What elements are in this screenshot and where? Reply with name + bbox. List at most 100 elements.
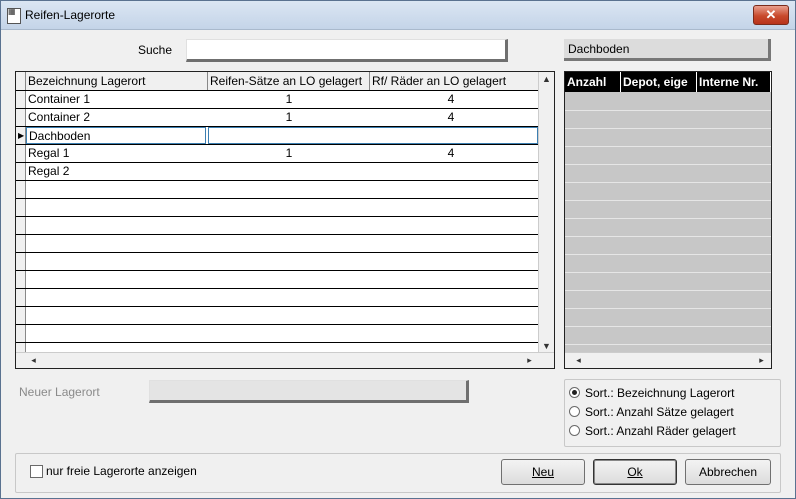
title-bar: ▦ Reifen-Lagerorte ✕ xyxy=(1,1,795,30)
cell-sets[interactable] xyxy=(208,127,370,144)
table-row[interactable] xyxy=(16,253,540,271)
cell-sets[interactable]: 1 xyxy=(208,109,370,126)
col-header-anzahl[interactable]: Anzahl xyxy=(565,72,621,92)
free-locations-checkbox[interactable] xyxy=(30,465,43,478)
table-row[interactable]: Container 114 xyxy=(16,91,540,109)
row-indicator[interactable] xyxy=(16,289,26,306)
detail-grid-header: Anzahl Depot, eige Interne Nr. xyxy=(565,72,771,92)
detail-scroll-right-icon[interactable]: ▸ xyxy=(754,353,769,368)
detail-scroll-left-icon[interactable]: ◂ xyxy=(571,353,586,368)
table-row[interactable]: Regal 2 xyxy=(16,163,540,181)
row-indicator[interactable] xyxy=(16,91,26,108)
search-input[interactable] xyxy=(186,39,508,62)
col-header-depot[interactable]: Depot, eige xyxy=(621,72,697,92)
app-icon: ▦ xyxy=(7,8,21,24)
cell-sets[interactable]: 1 xyxy=(208,145,370,162)
detail-row-line xyxy=(565,308,771,309)
cell-name[interactable]: Container 2 xyxy=(26,109,208,126)
cell-wheels[interactable]: 4 xyxy=(370,109,532,126)
col-header-wheels[interactable]: Rf/ Räder an LO gelagert xyxy=(370,72,540,90)
sort-option-name[interactable]: Sort.: Bezeichnung Lagerort xyxy=(569,384,734,402)
col-header-internal-no[interactable]: Interne Nr. xyxy=(697,72,771,92)
sort-option-wheels[interactable]: Sort.: Anzahl Räder gelagert xyxy=(569,422,736,440)
radio-selected-icon[interactable] xyxy=(569,387,580,398)
detail-grid: Anzahl Depot, eige Interne Nr. ◂ ▸ xyxy=(564,71,772,369)
detail-horizontal-scrollbar[interactable]: ◂ ▸ xyxy=(565,352,771,368)
detail-row-line xyxy=(565,326,771,327)
table-row[interactable] xyxy=(16,181,540,199)
cell-wheels[interactable]: 4 xyxy=(370,145,532,162)
locations-grid: Bezeichnung Lagerort Reifen-Sätze an LO … xyxy=(15,71,555,369)
row-indicator[interactable] xyxy=(16,325,26,342)
row-indicator[interactable] xyxy=(16,109,26,126)
radio-icon[interactable] xyxy=(569,425,580,436)
detail-row-line xyxy=(565,110,771,111)
detail-row-line xyxy=(565,218,771,219)
row-indicator[interactable] xyxy=(16,163,26,180)
scroll-left-icon[interactable]: ◂ xyxy=(26,353,41,368)
detail-row-line xyxy=(565,164,771,165)
grid-vertical-scrollbar[interactable]: ▲ ▼ xyxy=(538,72,554,354)
table-row[interactable] xyxy=(16,325,540,343)
detail-row-line xyxy=(565,344,771,345)
table-row[interactable]: Container 214 xyxy=(16,109,540,127)
ok-button[interactable]: Ok xyxy=(593,459,677,485)
grid-horizontal-scrollbar[interactable]: ◂ ▸ xyxy=(16,352,554,368)
cell-name[interactable]: Container 1 xyxy=(26,91,208,108)
detail-row-line xyxy=(565,272,771,273)
detail-row-line xyxy=(565,236,771,237)
detail-row-line xyxy=(565,254,771,255)
row-indicator-header xyxy=(16,72,26,90)
dialog-window: ▦ Reifen-Lagerorte ✕ Suche Dachboden Bez… xyxy=(0,0,796,499)
table-row[interactable] xyxy=(16,235,540,253)
row-indicator[interactable] xyxy=(16,199,26,216)
new-location-input[interactable] xyxy=(149,380,469,403)
col-header-name[interactable]: Bezeichnung Lagerort xyxy=(26,72,208,90)
col-header-sets[interactable]: Reifen-Sätze an LO gelagert xyxy=(208,72,370,90)
table-row[interactable] xyxy=(16,307,540,325)
free-locations-label: nur freie Lagerorte anzeigen xyxy=(46,464,197,478)
close-button[interactable]: ✕ xyxy=(753,5,789,25)
cell-wheels[interactable] xyxy=(370,127,532,144)
sort-options-group: Sort.: Bezeichnung Lagerort Sort.: Anzah… xyxy=(564,379,781,447)
cell-name[interactable]: Regal 1 xyxy=(26,145,208,162)
row-indicator[interactable] xyxy=(16,181,26,198)
selected-location-field: Dachboden xyxy=(564,39,771,61)
cancel-button[interactable]: Abbrechen xyxy=(685,459,771,485)
scroll-right-icon[interactable]: ▸ xyxy=(522,353,537,368)
detail-row-line xyxy=(565,200,771,201)
row-indicator[interactable] xyxy=(16,253,26,270)
row-indicator[interactable]: ▶ xyxy=(16,127,26,144)
new-location-label: Neuer Lagerort xyxy=(19,385,100,399)
cell-sets[interactable]: 1 xyxy=(208,91,370,108)
table-row[interactable] xyxy=(16,199,540,217)
cell-name[interactable]: Regal 2 xyxy=(26,163,208,180)
detail-row-line xyxy=(565,290,771,291)
bottom-panel: nur freie Lagerorte anzeigen Neu Ok Abbr… xyxy=(15,453,781,493)
table-row[interactable] xyxy=(16,217,540,235)
cell-name[interactable]: Dachboden xyxy=(26,127,206,144)
cell-wheels[interactable]: 4 xyxy=(370,91,532,108)
row-indicator[interactable] xyxy=(16,217,26,234)
detail-row-line xyxy=(565,128,771,129)
scroll-up-icon[interactable]: ▲ xyxy=(539,72,554,87)
window-title: Reifen-Lagerorte xyxy=(25,8,116,22)
current-row-icon: ▶ xyxy=(18,131,25,140)
radio-icon[interactable] xyxy=(569,406,580,417)
row-indicator[interactable] xyxy=(16,235,26,252)
table-row[interactable] xyxy=(16,289,540,307)
detail-row-line xyxy=(565,182,771,183)
grid-header: Bezeichnung Lagerort Reifen-Sätze an LO … xyxy=(16,72,540,91)
cell-wheels[interactable] xyxy=(370,163,532,180)
detail-row-line xyxy=(565,146,771,147)
table-row[interactable]: ▶ Dachboden xyxy=(16,127,540,145)
table-row[interactable] xyxy=(16,271,540,289)
row-indicator[interactable] xyxy=(16,271,26,288)
row-indicator[interactable] xyxy=(16,307,26,324)
table-row[interactable]: Regal 114 xyxy=(16,145,540,163)
cell-sets[interactable] xyxy=(208,163,370,180)
new-button[interactable]: Neu xyxy=(501,459,585,485)
sort-option-sets[interactable]: Sort.: Anzahl Sätze gelagert xyxy=(569,403,734,421)
search-label: Suche xyxy=(138,43,173,57)
row-indicator[interactable] xyxy=(16,145,26,162)
